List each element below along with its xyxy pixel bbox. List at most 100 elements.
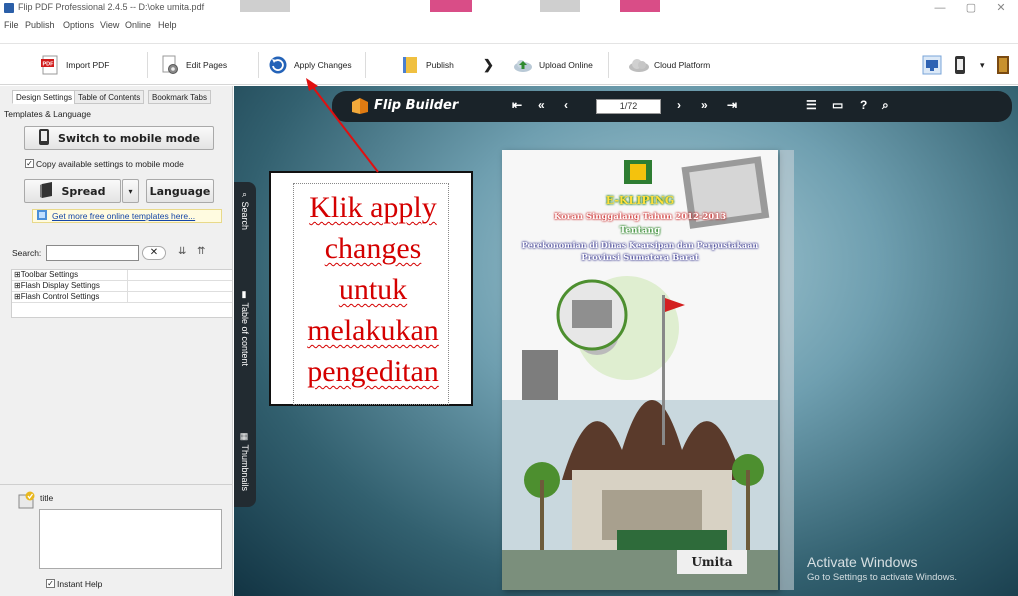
- menu-online[interactable]: Online: [125, 20, 151, 30]
- view-dropdown-arrow[interactable]: ▾: [980, 52, 985, 78]
- last-page-button[interactable]: ⇥: [727, 98, 737, 112]
- minimize-button[interactable]: —: [925, 0, 955, 16]
- side-tab-thumbnails[interactable]: ▦ Thumbnails: [240, 432, 250, 491]
- clear-search-button[interactable]: ✕: [142, 246, 166, 260]
- side-tab-search-label: Search: [240, 201, 250, 231]
- desktop-view-button[interactable]: [922, 52, 942, 78]
- phone-icon: [38, 128, 50, 149]
- refresh-icon: [268, 55, 288, 75]
- annotation-line: untuk: [338, 273, 408, 306]
- prev-page-button[interactable]: ‹: [564, 98, 568, 112]
- cover-title: E-KLIPING: [605, 194, 675, 207]
- help-title: title: [40, 493, 54, 503]
- apply-changes-label: Apply Changes: [294, 60, 352, 70]
- close-button[interactable]: ✕: [986, 0, 1016, 16]
- instant-help-checkbox[interactable]: ✓: [46, 579, 55, 588]
- tab-bookmark-tabs[interactable]: Bookmark Tabs: [148, 90, 211, 104]
- next-page-edge[interactable]: [780, 150, 794, 590]
- switch-mobile-button[interactable]: Switch to mobile mode: [24, 126, 214, 150]
- cover-author: Umita: [691, 555, 733, 569]
- side-tab-toc-label: Table of content: [240, 302, 250, 367]
- collapse-all-icon[interactable]: ⇈: [197, 246, 205, 257]
- tree-row-toolbar-settings[interactable]: ⊞Toolbar Settings: [12, 270, 232, 281]
- search-icon: ⌕: [240, 190, 250, 202]
- edit-pages-button[interactable]: Edit Pages: [160, 52, 227, 78]
- help-button[interactable]: ?: [860, 98, 867, 112]
- menu-file[interactable]: File: [4, 20, 19, 30]
- apply-changes-button[interactable]: Apply Changes: [268, 52, 352, 78]
- spread-book-icon: [39, 181, 54, 201]
- annotation-text: Klik apply changes untuk melakukan penge…: [285, 187, 461, 392]
- language-button[interactable]: Language: [146, 179, 214, 203]
- tree-row-label: ⊞Toolbar Settings: [14, 270, 128, 280]
- copy-settings-label: Copy available settings to mobile mode: [36, 159, 184, 169]
- tab-table-of-contents[interactable]: Table of Contents: [74, 90, 145, 104]
- decorative-stripe: [540, 0, 580, 12]
- toolbar-divider: [365, 52, 366, 78]
- menu-help[interactable]: Help: [158, 20, 177, 30]
- help-text-area[interactable]: [39, 509, 222, 569]
- book-icon: [996, 55, 1016, 75]
- pdf-file-icon: PDF: [40, 55, 60, 75]
- next-page-button[interactable]: ›: [677, 98, 681, 112]
- side-tab-search[interactable]: ⌕ Search: [240, 190, 250, 230]
- restore-button[interactable]: ▢: [956, 0, 986, 16]
- menu-view[interactable]: View: [100, 20, 119, 30]
- toolbar-divider: [258, 52, 259, 78]
- annotation-line: melakukan: [307, 314, 439, 347]
- windows-activation-watermark: Activate Windows Go to Settings to activ…: [807, 554, 957, 583]
- settings-search-input[interactable]: [46, 245, 139, 261]
- expand-all-icon[interactable]: ⇊: [178, 246, 186, 257]
- book-view-button[interactable]: [996, 52, 1016, 78]
- more-templates-link[interactable]: Get more free online templates here...: [52, 211, 195, 221]
- import-pdf-button[interactable]: PDF Import PDF: [40, 52, 109, 78]
- cloud-platform-button[interactable]: Cloud Platform: [628, 52, 710, 78]
- activation-subtitle: Go to Settings to activate Windows.: [807, 572, 957, 583]
- import-pdf-label: Import PDF: [66, 60, 110, 70]
- copy-settings-checkbox[interactable]: ✓: [25, 159, 34, 168]
- side-tab-table-of-content[interactable]: ▮ Table of content: [240, 290, 250, 366]
- switch-mobile-label: Switch to mobile mode: [57, 131, 201, 145]
- publish-button[interactable]: Publish: [400, 52, 454, 78]
- phone-icon: [953, 55, 973, 75]
- annotation-line: pengeditan: [307, 355, 439, 388]
- cloud-icon: [628, 55, 649, 75]
- grid-icon: ▦: [240, 432, 250, 445]
- more-templates-bar: Get more free online templates here...: [32, 209, 222, 223]
- menu-publish[interactable]: Publish: [25, 20, 55, 30]
- cover-subtitle-2: Tentang: [619, 226, 661, 236]
- book-cover-page[interactable]: E-KLIPING Koran Singgalang Tahun 2012-20…: [502, 150, 778, 590]
- menu-options[interactable]: Options: [63, 20, 94, 30]
- spread-label: Spread: [61, 184, 106, 198]
- fullscreen-button[interactable]: ▭: [832, 98, 843, 112]
- main-toolbar: PDF Import PDF Edit Pages Apply Changes …: [0, 43, 1018, 85]
- toc-button[interactable]: ☰: [806, 98, 817, 112]
- menu-bar: File Publish Options View Online Help: [0, 16, 1018, 36]
- upload-online-button[interactable]: Upload Online: [513, 52, 593, 78]
- tab-design-settings[interactable]: Design Settings: [12, 90, 77, 104]
- publish-icon: [400, 55, 420, 75]
- tree-row-flash-control-settings[interactable]: ⊞Flash Control Settings: [12, 292, 232, 303]
- cover-subtitle-4: Provinsi Sumatera Barat: [581, 253, 699, 263]
- svg-text:PDF: PDF: [43, 62, 55, 68]
- zoom-button[interactable]: ⌕: [882, 98, 889, 113]
- flipbuilder-logo-icon: [350, 96, 370, 118]
- cloud-upload-icon: [513, 55, 533, 75]
- spread-dropdown-button[interactable]: ▾: [122, 179, 139, 203]
- instant-help-label: Instant Help: [57, 579, 103, 589]
- first-page-button[interactable]: ⇤: [512, 98, 522, 112]
- spread-button[interactable]: Spread: [24, 179, 121, 203]
- prev-spread-button[interactable]: «: [538, 98, 545, 112]
- next-spread-button[interactable]: »: [701, 98, 708, 112]
- edit-pages-icon: [160, 55, 180, 75]
- tree-row-label: ⊞Flash Control Settings: [14, 292, 128, 302]
- annotation-callout: Klik apply changes untuk melakukan penge…: [269, 171, 473, 406]
- page-indicator-input[interactable]: 1/72: [596, 99, 661, 114]
- toolbar-divider: [608, 52, 609, 78]
- cloud-platform-label: Cloud Platform: [654, 60, 711, 70]
- tree-row-flash-display-settings[interactable]: ⊞Flash Display Settings: [12, 281, 232, 292]
- publish-next-arrow[interactable]: ❯: [483, 52, 494, 78]
- settings-tree: ⊞Toolbar Settings ⊞Flash Display Setting…: [11, 269, 233, 318]
- mobile-view-button[interactable]: [953, 52, 973, 78]
- desktop-icon: [922, 55, 942, 75]
